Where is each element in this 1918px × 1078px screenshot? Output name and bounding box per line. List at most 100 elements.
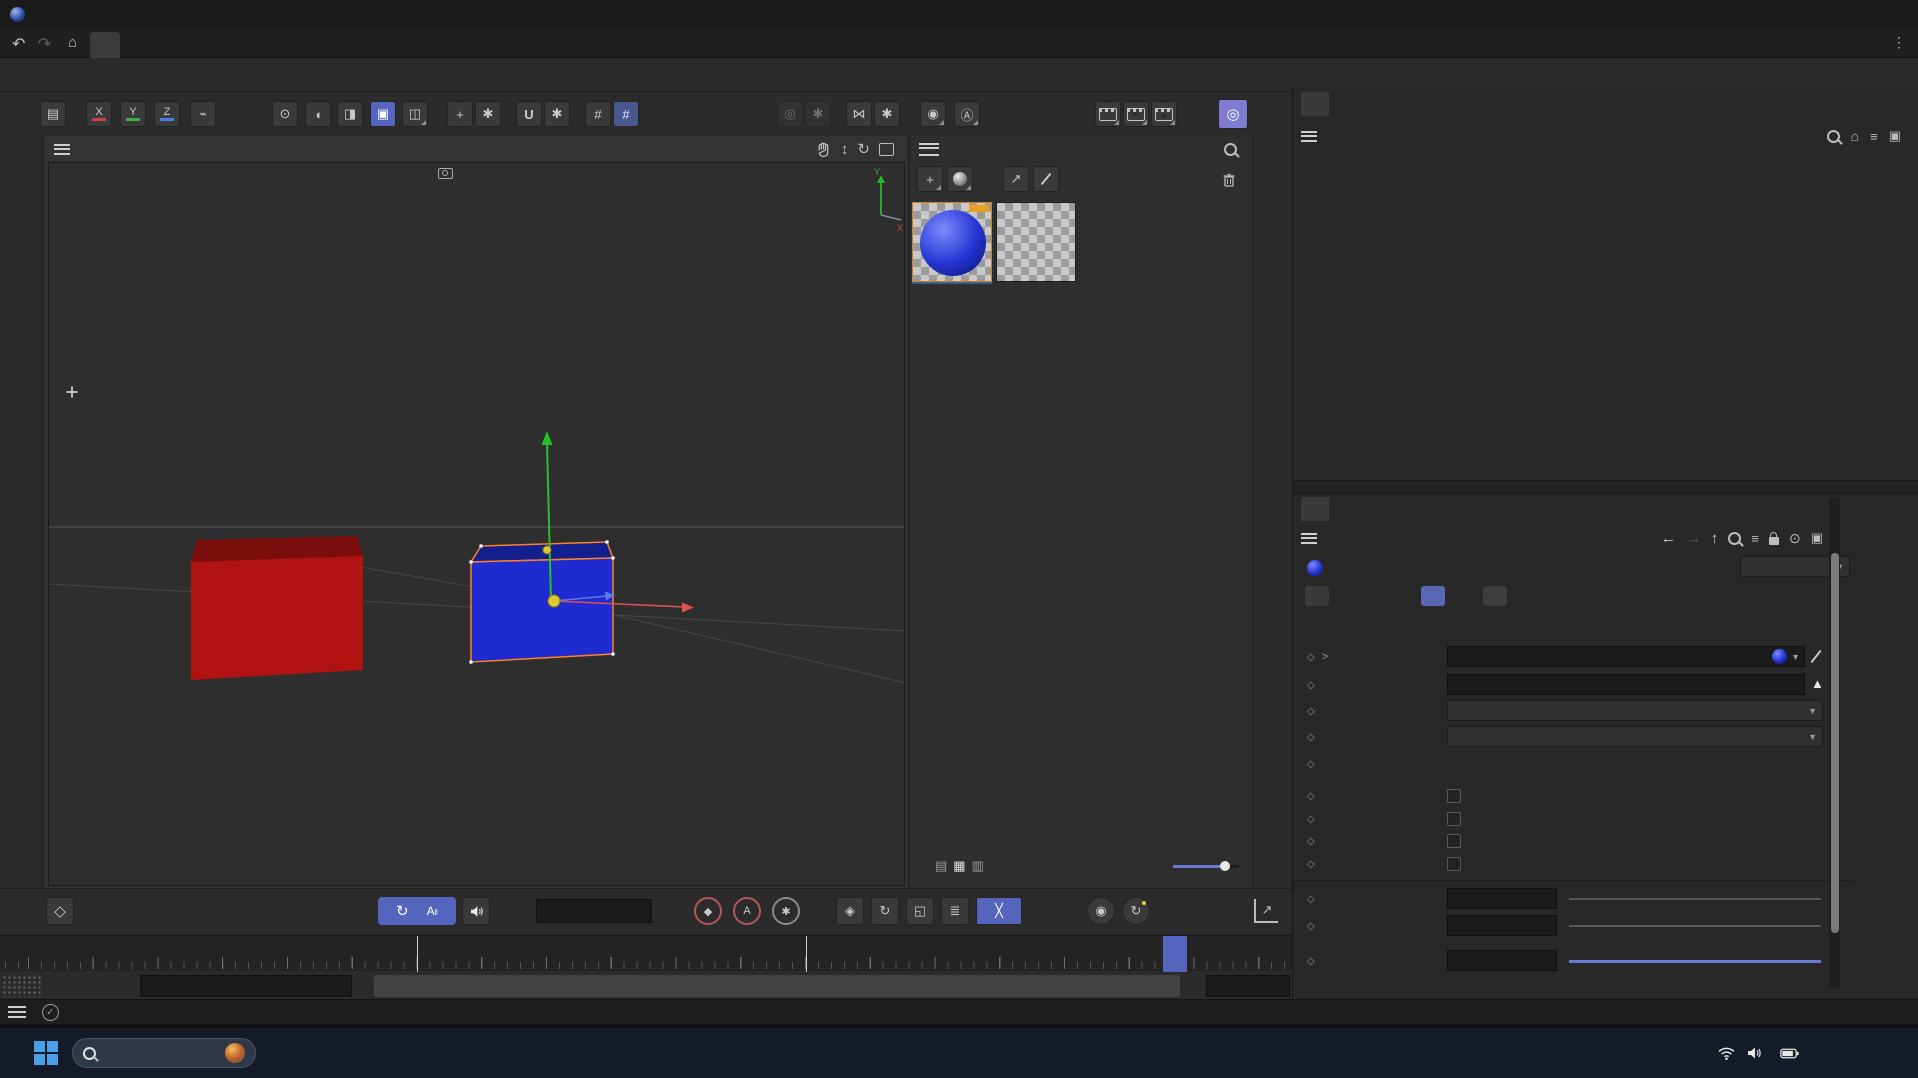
key-pla-button[interactable]: ╳ bbox=[976, 897, 1022, 925]
key-scale-button[interactable]: ◱ bbox=[906, 897, 934, 925]
up-arrow-icon[interactable]: ↑ bbox=[1711, 530, 1719, 547]
viewport-canvas[interactable]: Y X bbox=[48, 162, 905, 886]
timeline-ruler[interactable] bbox=[0, 935, 1292, 971]
speaker-icon[interactable] bbox=[1746, 1046, 1762, 1060]
render-view-button[interactable] bbox=[1095, 101, 1121, 127]
window-minimize-button[interactable] bbox=[1772, 0, 1819, 30]
lock-x-axis-button[interactable]: X bbox=[86, 101, 112, 127]
offset-v-field[interactable] bbox=[1447, 915, 1557, 936]
wifi-icon[interactable] bbox=[1718, 1047, 1735, 1060]
lock-z-axis-button[interactable]: Z bbox=[154, 101, 180, 127]
dock-splitter[interactable] bbox=[1293, 480, 1918, 494]
grid-snap-button[interactable]: # bbox=[585, 101, 611, 127]
record-keyframe-button[interactable]: ◆ bbox=[694, 897, 722, 925]
snap-settings-button[interactable]: ✱ bbox=[544, 101, 570, 127]
material-item-mat[interactable] bbox=[996, 202, 1076, 284]
filter-icon[interactable]: ≡ bbox=[1870, 129, 1878, 144]
target-icon[interactable]: ⊙ bbox=[1789, 530, 1801, 547]
range-start-field[interactable] bbox=[140, 975, 352, 997]
popout-icon[interactable]: ▣ bbox=[1811, 530, 1823, 546]
keyframe-diamond-button[interactable]: ◇ bbox=[46, 897, 74, 925]
camera-rotate-button[interactable]: ↻ bbox=[1122, 897, 1150, 925]
tab-objects[interactable] bbox=[1301, 92, 1329, 116]
popout-icon[interactable]: ▣ bbox=[1889, 128, 1901, 144]
material-thumbnail[interactable] bbox=[996, 202, 1076, 282]
material-name-label[interactable] bbox=[912, 282, 992, 284]
render-settings-button[interactable]: ✱ bbox=[1151, 101, 1177, 127]
material-menu-icon[interactable] bbox=[919, 143, 939, 156]
play-mode-icon[interactable]: A‖ bbox=[427, 904, 438, 918]
add-material-checkbox[interactable] bbox=[1447, 789, 1461, 803]
viewport-menu-icon[interactable] bbox=[54, 144, 70, 155]
coordinate-system-button[interactable]: ⌁ bbox=[190, 101, 216, 127]
seamless-checkbox[interactable] bbox=[1447, 834, 1461, 848]
search-icon[interactable] bbox=[1728, 532, 1741, 545]
home-icon[interactable]: ⌂ bbox=[1851, 128, 1859, 144]
import-material-button[interactable]: ↗ bbox=[1003, 166, 1029, 192]
use-uvw-checkbox[interactable] bbox=[1447, 857, 1461, 871]
make-editable-button[interactable]: ⊙ bbox=[272, 101, 298, 127]
axis-settings-button[interactable]: ✱ bbox=[475, 101, 501, 127]
document-tab[interactable] bbox=[90, 32, 120, 58]
search-box[interactable] bbox=[72, 1038, 256, 1068]
pan-hand-icon[interactable] bbox=[815, 141, 832, 158]
loop-playback-icon[interactable]: ↻ bbox=[396, 902, 409, 920]
offset-v-slider[interactable] bbox=[1569, 925, 1821, 927]
eyedropper-icon[interactable] bbox=[1811, 650, 1822, 663]
autokey-button[interactable]: A bbox=[733, 897, 761, 925]
large-view-icon[interactable]: ▥ bbox=[972, 858, 984, 874]
start-button[interactable] bbox=[34, 1041, 58, 1065]
attributes-scrollbar[interactable] bbox=[1829, 497, 1840, 989]
status-menu-icon[interactable] bbox=[8, 1006, 26, 1018]
quantize-snap-button[interactable]: # bbox=[613, 101, 639, 127]
edit-material-button[interactable] bbox=[1033, 166, 1059, 192]
new-material-button[interactable]: + bbox=[917, 166, 943, 192]
list-view-icon[interactable]: ▤ bbox=[935, 858, 947, 874]
workspace-overflow-icon[interactable]: ⋮ bbox=[1892, 34, 1906, 51]
keying-settings-button[interactable]: ✱ bbox=[772, 897, 800, 925]
projection-dropdown[interactable]: ▼ bbox=[1447, 700, 1823, 721]
tab-layers[interactable] bbox=[1333, 497, 1361, 521]
filter-icon[interactable]: ≡ bbox=[1751, 531, 1759, 546]
symmetry-settings-button[interactable]: ✱ bbox=[874, 101, 900, 127]
length-u-slider[interactable] bbox=[1569, 960, 1821, 963]
enable-axis-button[interactable]: + bbox=[447, 101, 473, 127]
search-daily-image[interactable] bbox=[225, 1043, 245, 1063]
material-item-mat1[interactable] bbox=[912, 202, 992, 284]
default-material-button[interactable] bbox=[947, 166, 973, 192]
workspace-layout-button[interactable]: ▤ bbox=[40, 101, 66, 127]
preview-range-bar[interactable] bbox=[374, 975, 1180, 997]
tab-attributes[interactable] bbox=[1301, 497, 1329, 521]
frame-view-icon[interactable] bbox=[879, 143, 894, 156]
animate-mouse-button[interactable]: ◉ bbox=[1087, 897, 1115, 925]
texture-mode-button[interactable]: ◨ bbox=[337, 101, 363, 127]
camera-menu-icon[interactable] bbox=[438, 168, 453, 179]
thumbnail-size-slider[interactable] bbox=[1173, 865, 1239, 868]
redo-icon[interactable]: ↷ bbox=[38, 34, 51, 54]
range-end-field[interactable] bbox=[1206, 975, 1290, 997]
viewport-solo-button[interactable]: ◉ bbox=[920, 101, 946, 127]
material-name-label[interactable] bbox=[996, 282, 1076, 284]
model-mode-button[interactable]: ◖ bbox=[305, 101, 331, 127]
home-icon[interactable]: ⌂ bbox=[68, 34, 77, 51]
section-basic[interactable] bbox=[1305, 586, 1329, 606]
lock-icon[interactable] bbox=[1769, 537, 1779, 545]
dolly-icon[interactable]: ↕ bbox=[841, 141, 849, 158]
key-rotation-button[interactable]: ↻ bbox=[871, 897, 899, 925]
tab-takes[interactable] bbox=[1333, 92, 1361, 116]
window-maximize-button[interactable] bbox=[1819, 0, 1866, 30]
battery-icon[interactable] bbox=[1780, 1048, 1799, 1059]
render-animation-button[interactable]: ▶ bbox=[1123, 101, 1149, 127]
key-parameter-button[interactable]: ≣ bbox=[941, 897, 969, 925]
search-icon[interactable] bbox=[1827, 130, 1840, 143]
orbit-icon[interactable]: ↻ bbox=[857, 140, 870, 158]
timeline-window-button[interactable]: ↗ bbox=[1254, 899, 1278, 923]
grid-view-icon[interactable]: ▦ bbox=[953, 858, 965, 874]
selection-field[interactable] bbox=[1447, 674, 1805, 695]
material-link-field[interactable]: ▼ bbox=[1447, 646, 1805, 667]
objects-menu-icon[interactable] bbox=[1301, 131, 1317, 142]
undo-icon[interactable]: ↶ bbox=[12, 34, 25, 54]
object-mode-button[interactable]: ▣ bbox=[370, 101, 396, 127]
material-thumbnail[interactable] bbox=[912, 202, 992, 282]
lock-y-axis-button[interactable]: Y bbox=[120, 101, 146, 127]
